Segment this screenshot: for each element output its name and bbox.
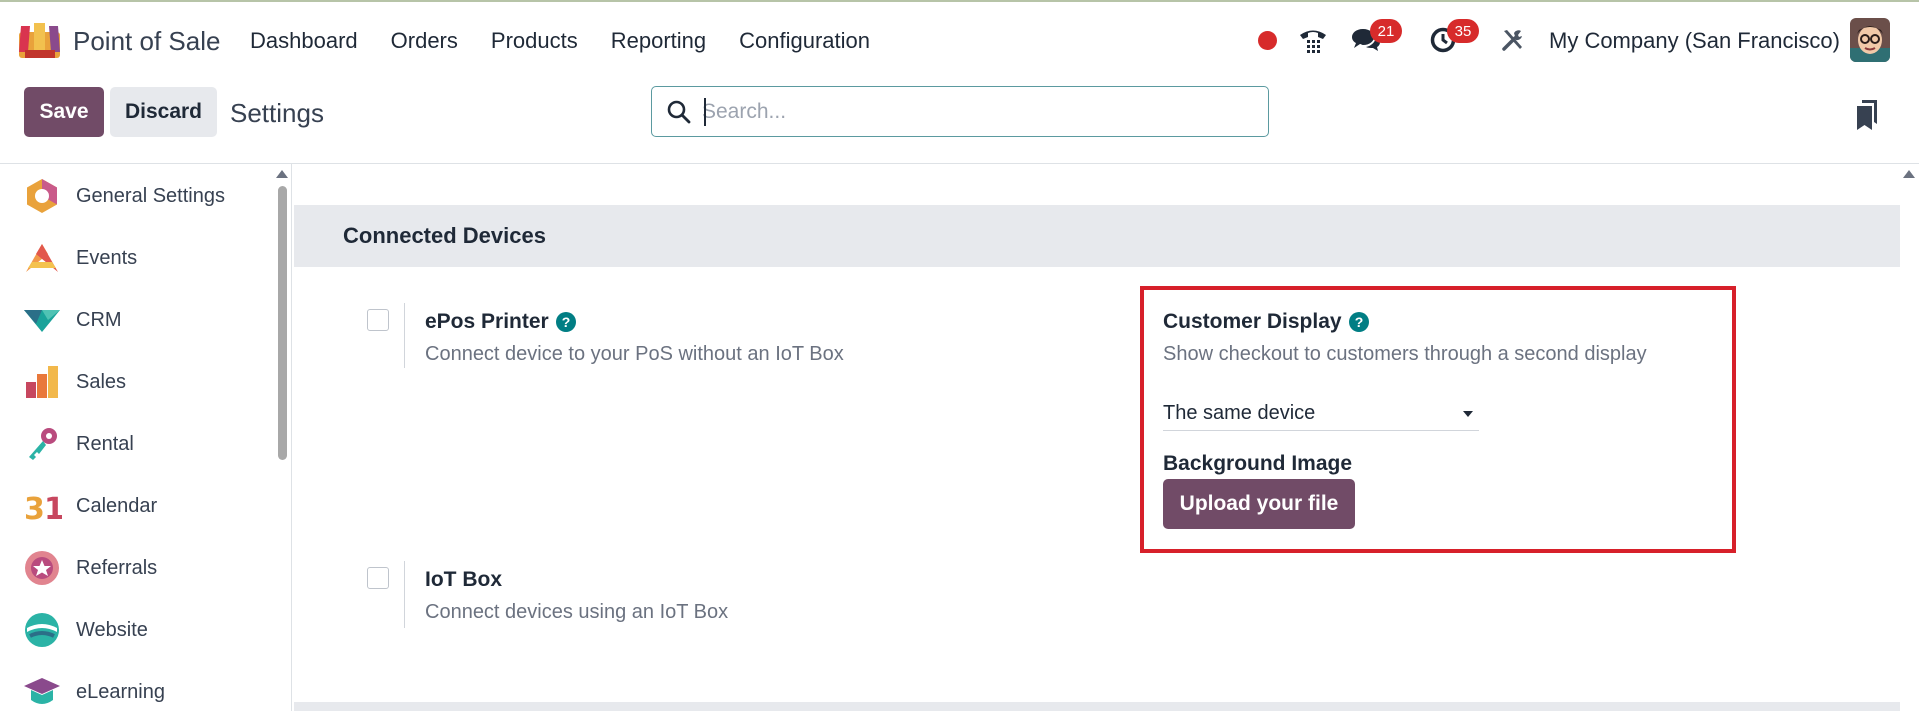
rental-icon — [29, 428, 57, 460]
activities-badge: 35 — [1447, 19, 1479, 43]
sidebar-item-label: Sales — [76, 370, 127, 393]
sidebar-item-referrals[interactable]: Referrals — [22, 548, 157, 588]
app-name[interactable]: Point of Sale — [73, 26, 220, 57]
customer-display-help-icon[interactable]: ? — [1349, 312, 1369, 332]
sidebar-item-events[interactable]: Events — [22, 238, 137, 278]
menu-dashboard[interactable]: Dashboard — [250, 28, 358, 54]
sidebar-scroll-up-arrow[interactable] — [276, 170, 288, 178]
main-menu: Dashboard Orders Products Reporting Conf… — [250, 28, 903, 54]
messages-button[interactable]: 21 — [1348, 19, 1402, 58]
sidebar-item-sales[interactable]: Sales — [22, 362, 126, 402]
discard-button[interactable]: Discard — [110, 87, 217, 137]
company-switcher[interactable]: My Company (San Francisco) — [1549, 28, 1840, 54]
menu-products[interactable]: Products — [491, 28, 578, 54]
elearning-icon — [24, 678, 60, 704]
sidebar-item-calendar[interactable]: 3 1 Calendar — [22, 486, 157, 526]
wrench-screwdriver-icon — [1502, 30, 1522, 51]
phone-icon — [1300, 30, 1326, 53]
iot-divider — [404, 561, 405, 628]
sidebar-item-label: General Settings — [76, 184, 225, 207]
save-button[interactable]: Save — [24, 87, 104, 137]
sidebar-item-label: Website — [76, 618, 148, 641]
sidebar-item-elearning[interactable]: eLearning — [22, 672, 165, 711]
customer-display-select[interactable]: The same device — [1163, 399, 1479, 431]
debug-tools-button[interactable] — [1498, 22, 1528, 58]
select-value: The same device — [1163, 402, 1316, 424]
sidebar-item-general-settings[interactable]: General Settings — [22, 176, 225, 216]
upload-file-button[interactable]: Upload your file — [1163, 479, 1355, 529]
svg-text:3: 3 — [24, 492, 45, 526]
epos-printer-title: ePos Printer — [425, 310, 549, 333]
events-icon — [26, 244, 58, 272]
section-title: Connected Devices — [343, 223, 546, 248]
iot-box-description: Connect devices using an IoT Box — [425, 601, 729, 623]
calendar-icon: 3 1 — [24, 492, 62, 526]
bookmark-icon[interactable] — [1855, 100, 1879, 130]
epos-printer-description: Connect device to your PoS without an Io… — [425, 343, 844, 365]
next-section-header — [294, 702, 1900, 711]
settings-sidebar: General Settings Events CRM Sales Rental… — [0, 164, 292, 711]
website-icon — [25, 613, 59, 647]
search-box[interactable] — [651, 86, 1269, 137]
sales-icon — [26, 366, 58, 398]
page-title: Settings — [230, 98, 324, 128]
menu-configuration[interactable]: Configuration — [739, 28, 870, 54]
sidebar-item-website[interactable]: Website — [22, 610, 148, 650]
point-of-sale-app-icon[interactable] — [19, 22, 60, 58]
iot-box-checkbox[interactable] — [367, 567, 389, 589]
sidebar-scrollbar[interactable] — [278, 186, 287, 460]
sidebar-item-rental[interactable]: Rental — [22, 424, 134, 464]
search-input[interactable] — [702, 99, 1252, 125]
general-settings-icon — [27, 179, 57, 213]
customer-display-title: Customer Display — [1163, 310, 1342, 333]
menu-orders[interactable]: Orders — [391, 28, 458, 54]
sidebar-item-label: CRM — [76, 308, 122, 331]
phone-button[interactable] — [1296, 22, 1330, 58]
epos-printer-checkbox[interactable] — [367, 309, 389, 331]
activities-button[interactable]: 35 — [1425, 19, 1479, 58]
referrals-icon — [25, 551, 59, 585]
sidebar-item-label: Referrals — [76, 556, 158, 579]
sidebar-item-label: Events — [76, 246, 138, 269]
section-header: Connected Devices — [294, 205, 1900, 267]
iot-box-title: IoT Box — [425, 568, 502, 591]
main-scroll-up-arrow[interactable] — [1903, 170, 1915, 178]
sidebar-item-label: Rental — [76, 432, 134, 455]
record-dot-icon — [1257, 30, 1277, 50]
background-image-label: Background Image — [1163, 452, 1353, 475]
sidebar-item-crm[interactable]: CRM — [22, 300, 122, 340]
caret-down-icon — [1463, 411, 1473, 417]
crm-icon — [24, 310, 60, 332]
epos-help-icon[interactable]: ? — [556, 312, 576, 332]
sidebar-item-label: eLearning — [76, 680, 165, 703]
messages-badge: 21 — [1370, 19, 1402, 43]
search-icon — [667, 100, 691, 124]
epos-divider — [404, 303, 405, 368]
customer-display-description: Show checkout to customers through a sec… — [1163, 343, 1647, 365]
menu-reporting[interactable]: Reporting — [611, 28, 706, 54]
user-avatar[interactable] — [1850, 18, 1890, 62]
top-navbar: Point of Sale Dashboard Orders Products … — [0, 0, 1919, 78]
svg-text:1: 1 — [44, 492, 62, 526]
recording-indicator[interactable] — [1256, 22, 1278, 58]
sidebar-item-label: Calendar — [76, 494, 158, 517]
text-cursor — [704, 98, 706, 126]
